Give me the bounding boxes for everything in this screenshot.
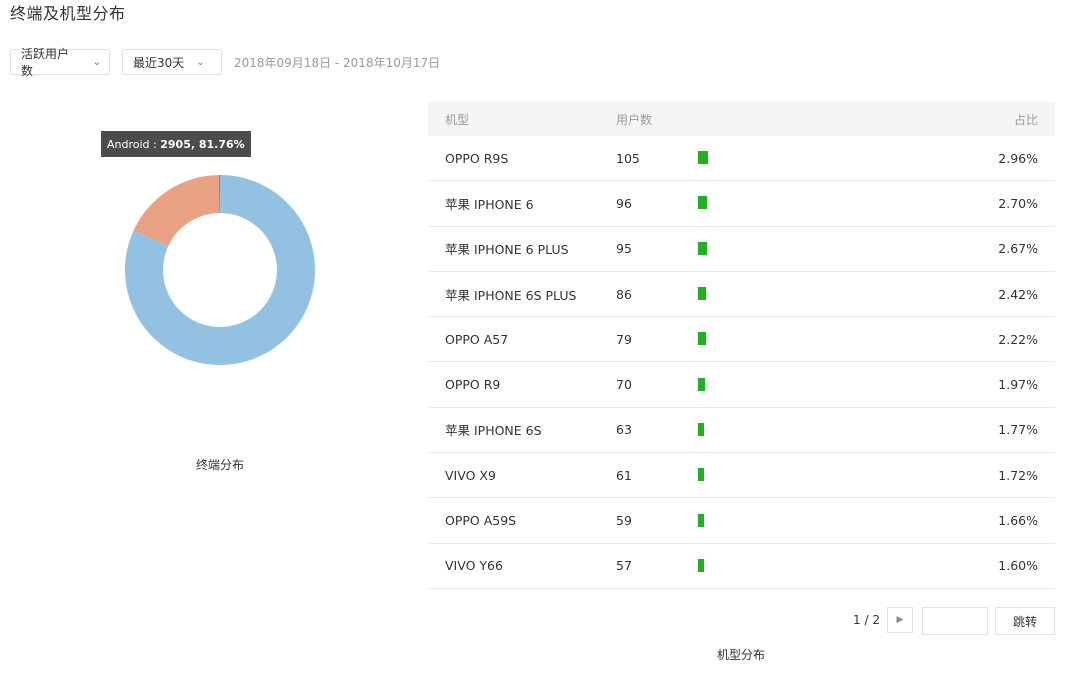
share-percent: 1.72%	[998, 467, 1038, 483]
user-count: 70	[616, 377, 632, 393]
user-count: 59	[616, 513, 632, 529]
pagination: 1 / 2 ▶ 跳转	[428, 607, 1055, 635]
table-body: OPPO R9S 105 2.96% 苹果 IPHONE 6 96 2.70% 苹果 IPH…	[428, 136, 1055, 589]
table-row: OPPO A59S 59 1.66%	[428, 498, 1055, 544]
table-row: 苹果 IPHONE 6 PLUS 95 2.67%	[428, 227, 1055, 272]
share-bar	[698, 513, 704, 527]
column-header-bar	[678, 112, 948, 126]
model-name: 苹果 IPHONE 6 PLUS	[445, 242, 569, 258]
model-table: 机型 用户数 占比 OPPO R9S 105 2.96% 苹果 IPHONE 6 96 2…	[428, 102, 1055, 589]
model-name: 苹果 IPHONE 6	[445, 196, 534, 212]
chevron-down-icon: ⌄	[196, 56, 205, 68]
table-row: 苹果 IPHONE 6S PLUS 86 2.42%	[428, 272, 1055, 318]
model-name: OPPO A59S	[445, 513, 517, 529]
table-title: 机型分布	[716, 648, 765, 662]
page-jump-input[interactable]	[922, 607, 988, 635]
model-name: OPPO R9	[445, 377, 501, 393]
column-header-share: 占比	[1013, 112, 1038, 127]
model-name: VIVO X9	[445, 467, 496, 483]
share-percent: 1.97%	[998, 377, 1038, 393]
share-bar-cell	[678, 377, 948, 392]
share-bar-cell	[678, 468, 948, 482]
share-bar-cell	[678, 332, 948, 346]
table-row: VIVO Y66 57 1.60%	[428, 544, 1055, 589]
share-percent: 2.42%	[998, 286, 1038, 302]
date-range-select-label: 最近30天	[133, 55, 185, 70]
share-percent: 2.70%	[998, 195, 1038, 211]
share-percent: 1.60%	[998, 558, 1038, 574]
share-bar-cell	[678, 196, 948, 210]
column-header-model: 机型	[445, 112, 470, 127]
page-indicator: 1 / 2	[853, 613, 880, 627]
share-bar	[698, 468, 704, 482]
model-name: 苹果 IPHONE 6S PLUS	[445, 287, 577, 303]
share-bar	[698, 196, 707, 210]
metric-select-label: 活跃用户数	[21, 47, 70, 78]
share-bar	[698, 558, 704, 572]
share-bar	[698, 287, 706, 301]
filter-bar: 活跃用户数 ⌄ 最近30天 ⌄ 2018年09月18日 - 2018年10月17…	[10, 47, 441, 78]
share-percent: 2.96%	[998, 150, 1038, 166]
user-count: 105	[616, 150, 640, 166]
share-percent: 2.22%	[998, 331, 1038, 347]
page-title: 终端及机型分布	[10, 4, 126, 23]
table-row: OPPO R9S 105 2.96%	[428, 136, 1055, 182]
share-bar	[698, 241, 707, 255]
next-page-button[interactable]: ▶	[887, 607, 913, 633]
share-bar-cell	[678, 513, 948, 528]
chart-tooltip: Android : 2905, 81.76%	[101, 131, 251, 157]
table-row: OPPO A57 79 2.22%	[428, 317, 1055, 363]
column-header-users: 用户数	[616, 112, 653, 127]
terminal-donut-chart	[100, 150, 340, 390]
share-bar-cell	[678, 287, 948, 301]
tooltip-label: Android :	[107, 137, 157, 151]
share-bar	[698, 332, 706, 346]
model-name: VIVO Y66	[445, 558, 503, 574]
user-count: 79	[616, 331, 632, 347]
table-row: 苹果 IPHONE 6 96 2.70%	[428, 181, 1055, 227]
user-count: 63	[616, 422, 632, 438]
user-count: 61	[616, 467, 632, 483]
share-bar-cell	[678, 422, 948, 437]
model-name: OPPO R9S	[445, 150, 509, 166]
donut-slice-segment-1[interactable]	[133, 175, 220, 247]
donut-svg	[125, 175, 315, 365]
table-row: 苹果 IPHONE 6S 63 1.77%	[428, 408, 1055, 454]
share-percent: 1.77%	[998, 422, 1038, 438]
model-name: 苹果 IPHONE 6S	[445, 423, 542, 439]
share-percent: 2.67%	[998, 241, 1038, 257]
donut-chart-title: 终端分布	[195, 458, 244, 472]
user-count: 95	[616, 241, 632, 257]
date-range-text: 2018年09月18日 - 2018年10月17日	[234, 55, 441, 70]
tooltip-value: 2905, 81.76%	[160, 137, 245, 151]
share-bar	[698, 422, 704, 436]
share-bar	[698, 377, 705, 391]
share-bar-cell	[678, 151, 948, 165]
share-bar-cell	[678, 241, 948, 256]
share-bar-cell	[678, 558, 948, 573]
table-row: VIVO X9 61 1.72%	[428, 453, 1055, 499]
user-count: 57	[616, 558, 632, 574]
metric-select[interactable]: 活跃用户数 ⌄	[10, 47, 110, 78]
share-bar	[698, 151, 708, 165]
table-row: OPPO R9 70 1.97%	[428, 362, 1055, 408]
jump-button[interactable]: 跳转	[995, 607, 1055, 635]
model-name: OPPO A57	[445, 331, 509, 347]
user-count: 96	[616, 195, 632, 211]
user-count: 86	[616, 286, 632, 302]
date-range-select[interactable]: 最近30天 ⌄	[122, 49, 222, 75]
share-percent: 1.66%	[998, 513, 1038, 529]
table-header: 机型 用户数 占比	[428, 102, 1055, 136]
chevron-down-icon: ⌄	[92, 56, 101, 68]
